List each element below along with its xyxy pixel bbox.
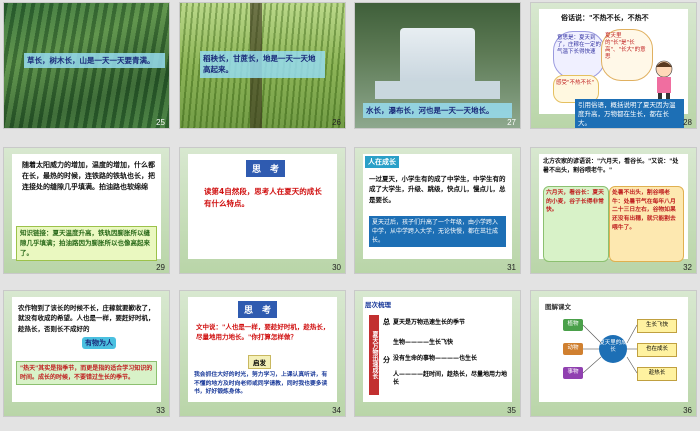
slide-25[interactable]: 草长，树木长，山是一天一天要青满。 25: [4, 3, 169, 128]
page-number: 31: [507, 263, 516, 272]
highlight-tag: 有物为人: [82, 337, 116, 349]
slide-36[interactable]: 图解课文 夏天里的成长 植物 动物 事物 生长飞快 也在成长 趁热长 36: [531, 291, 696, 416]
section-marker: 总: [383, 318, 390, 326]
page-number: 27: [507, 118, 516, 127]
page-title: 思 考: [238, 301, 278, 318]
hint-label: 启发: [248, 355, 271, 369]
page-number: 26: [332, 118, 341, 127]
outline-line: 没有生命的事物————也生长: [393, 355, 478, 362]
proverb-text: 俗话说："不热不长，不热不: [561, 14, 649, 22]
summary-note: "热天"其实是指季节，而更是指的适合学习知识的时间。成长的时候，不要错过生长的季…: [16, 361, 157, 385]
content-board: 随着太阳威力的增加，温度的增加，什么都在长，最热的时候，连铁路的铁轨也长，把连接…: [12, 154, 161, 262]
content-board: 人在成长 一过夏天，小学生有的成了中学生，中学生有的成了大学生，升级、跳级，快点…: [363, 154, 512, 259]
page-number: 30: [332, 263, 341, 272]
knowledge-link-box: 知识链接：夏天温度升高，铁轨因膨胀所以缝隙几乎填满；拍油路因为膨胀所以也像高起来…: [16, 226, 157, 262]
content-board: 思 考 文中说："人也是一样，要趁好时机，趁热长，尽量地用力地长。"你打算怎样做…: [188, 297, 337, 402]
page-title: 人在成长: [365, 156, 399, 168]
slide-32[interactable]: 北方农家的谚语说："六月天，看谷长。"又说："处暑不出头，割谷喂老牛。" 六月天…: [531, 148, 696, 273]
connector-lines: [582, 324, 638, 374]
outline-line: 夏天是万物迅速生长的季节: [393, 319, 466, 326]
slide-34[interactable]: 思 考 文中说："人也是一样，要趁好时机，趁热长，尽量地用力地长。"你打算怎样做…: [180, 291, 345, 416]
slide-caption: 稻秧长，甘蔗长，地是一天一天地高起来。: [200, 51, 325, 78]
slide-caption: 草长，树木长，山是一天一天要青满。: [24, 53, 165, 69]
content-board: 思 考 读第4自然段，思考人在夏天的成长有什么特点。: [188, 154, 337, 259]
structure-label: 夏天万物迅速成长: [369, 315, 379, 395]
content-board: 层次梳理 夏天万物迅速成长 总 夏天是万物迅速生长的季节 分 生物————生长飞…: [363, 297, 512, 402]
slide-35[interactable]: 层次梳理 夏天万物迅速成长 总 夏天是万物迅速生长的季节 分 生物————生长飞…: [355, 291, 520, 416]
slide-30[interactable]: 思 考 读第4自然段，思考人在夏天的成长有什么特点。 30: [180, 148, 345, 273]
page-number: 29: [156, 263, 165, 272]
waterfall-image: [400, 28, 475, 88]
speech-bubble: 夏天里的"长"是"长高"、"长大"的意思: [601, 29, 653, 81]
slide-26[interactable]: 稻秧长，甘蔗长，地是一天一天地高起来。 26: [180, 3, 345, 128]
explanation-box: 六月天，看谷长：夏天的小麦，谷子长得非常快。: [543, 186, 609, 262]
page-number: 28: [683, 118, 692, 127]
section-marker: 分: [383, 356, 390, 364]
slide-caption: 水长，瀑布长，河也是一天一天地长。: [363, 103, 512, 119]
cartoon-child-icon: [649, 59, 679, 103]
quote-text: 文中说："人也是一样，要趁好时机，趁热长，尽量地用力地长。"你打算怎样做？: [196, 323, 330, 341]
body-text: 随着太阳威力的增加，温度的增加，什么都在长，最热的时候，连铁路的铁轨也长，把连接…: [22, 161, 155, 192]
river-image: [375, 81, 500, 99]
page-number: 36: [683, 406, 692, 415]
explanation-box: 处暑不出头，割谷喂老牛：处暑节气在每年八月二十三日左右，谷物如果还没有出穗，就只…: [609, 186, 684, 262]
answer-text: 我会抓住大好的时光，努力学习，上课认真听讲，有不懂的地方及时向老师或同学请教，同…: [194, 372, 328, 396]
slide-29[interactable]: 随着太阳威力的增加，温度的增加，什么都在长，最热的时候，连铁路的铁轨也长，把连接…: [4, 148, 169, 273]
page-number: 32: [683, 263, 692, 272]
summary-note: 夏天过后，孩子们升高了一个年级，由小学跨入中学，从中学跨入大学，无论快慢，都在茁…: [369, 216, 506, 247]
slide-33[interactable]: 农作物到了该长的时候不长，庄稼就要歉收了，就没有收成的希望。人也是一样，要赶好时…: [4, 291, 169, 416]
outline-line: 生物————生长飞快: [393, 339, 454, 346]
page-number: 35: [507, 406, 516, 415]
page-title: 思 考: [246, 160, 286, 177]
slide-27[interactable]: 水长，瀑布长，河也是一天一天地长。 27: [355, 3, 520, 128]
content-board: 北方农家的谚语说："六月天，看谷长。"又说："处暑不出头，割谷喂老牛。" 六月天…: [539, 154, 688, 262]
content-board: 农作物到了该长的时候不长，庄稼就要歉收了，就没有收成的希望。人也是一样，要赶好时…: [12, 297, 161, 402]
question-text: 读第4自然段，思考人在夏天的成长有什么特点。: [204, 187, 322, 208]
content-board: 俗话说："不热不长，不热不 意思是：夏天到了，庄稼在一定的气温下长得快速 夏天里…: [539, 9, 688, 128]
page-number: 33: [156, 406, 165, 415]
slide-31[interactable]: 人在成长 一过夏天，小学生有的成了中学生，中学生有的成了大学生，升级、跳级，快点…: [355, 148, 520, 273]
page-number: 34: [332, 406, 341, 415]
page-number: 25: [156, 118, 165, 127]
page-title: 层次梳理: [365, 301, 391, 309]
summary-note: 引用俗语，概括说明了夏天因为温度升高，万物都在生长，都在长大。: [575, 99, 684, 128]
content-board: 图解课文 夏天里的成长 植物 动物 事物 生长飞快 也在成长 趁热长: [539, 297, 688, 402]
slide-28[interactable]: 俗话说："不热不长，不热不 意思是：夏天到了，庄稼在一定的气温下长得快速 夏天里…: [531, 3, 696, 128]
outline-line: 人————赶时间，趁热长，尽量地用力地长: [393, 371, 508, 387]
body-text: 一过夏天，小学生有的成了中学生，中学生有的成了大学生，升级、跳级，快点儿，慢点儿…: [369, 175, 506, 204]
proverb-text: 北方农家的谚语说："六月天，看谷长。"又说："处暑不出头，割谷喂老牛。": [543, 158, 679, 174]
speech-bubble: 意思是：夏天到了，庄稼在一定的气温下长得快速: [553, 31, 605, 79]
